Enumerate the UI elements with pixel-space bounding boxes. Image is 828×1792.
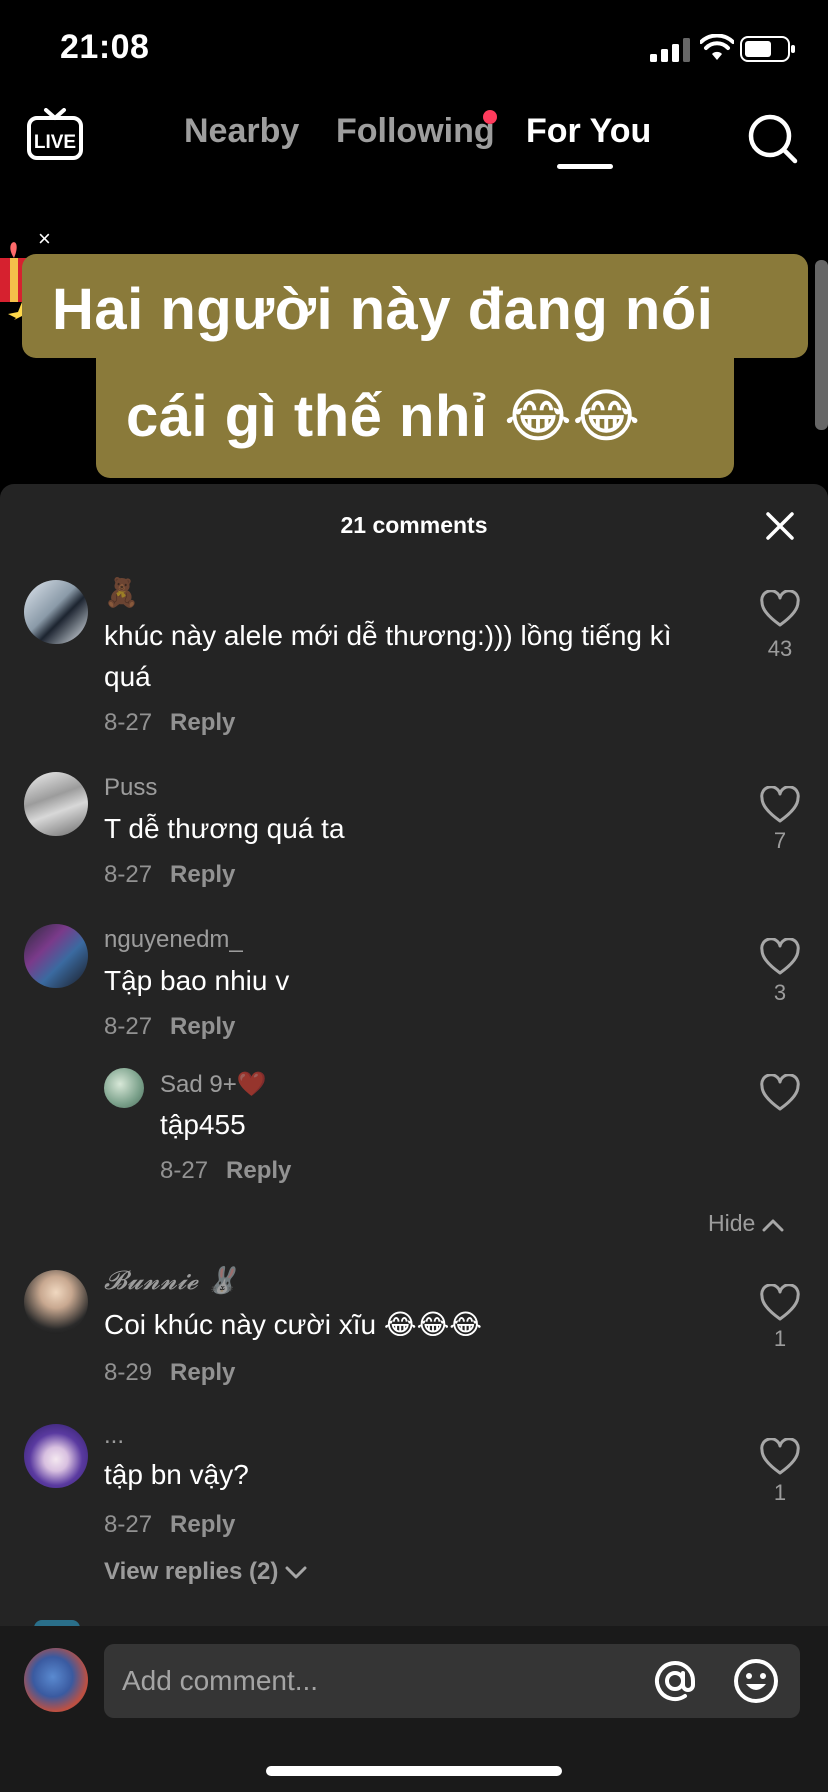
comment-meta: 8-27 Reply bbox=[160, 1157, 291, 1185]
like-count: 3 bbox=[773, 980, 787, 1005]
reply-button[interactable]: Reply bbox=[170, 709, 235, 736]
battery-icon bbox=[740, 36, 795, 62]
like-count: 7 bbox=[773, 828, 787, 853]
avatar[interactable] bbox=[24, 924, 88, 988]
reply-button[interactable]: Reply bbox=[170, 861, 235, 888]
view-replies-button[interactable]: View replies (2) bbox=[104, 1558, 307, 1586]
close-icon[interactable] bbox=[762, 508, 798, 544]
emoji-icon[interactable] bbox=[733, 1658, 779, 1704]
caption-close-button[interactable]: × bbox=[38, 226, 51, 252]
my-avatar[interactable] bbox=[24, 1648, 88, 1712]
hide-replies-button[interactable]: Hide bbox=[708, 1210, 784, 1237]
heart-icon[interactable] bbox=[760, 590, 800, 630]
comment-date: 8-27 bbox=[160, 1157, 209, 1184]
comment-meta: 8-29 Reply bbox=[104, 1359, 235, 1387]
comment-date: 8-27 bbox=[104, 709, 153, 736]
comment-username[interactable]: 🧸 bbox=[104, 576, 139, 609]
heart-icon[interactable] bbox=[760, 938, 800, 978]
view-replies-label: View replies (2) bbox=[104, 1558, 279, 1585]
avatar[interactable] bbox=[104, 1068, 144, 1108]
following-notification-dot bbox=[483, 110, 497, 124]
avatar[interactable] bbox=[24, 1424, 88, 1488]
comment-username[interactable]: ... bbox=[104, 1422, 124, 1450]
comment-text: tập455 bbox=[160, 1109, 246, 1140]
svg-text:LIVE: LIVE bbox=[34, 132, 76, 153]
comment-date: 8-27 bbox=[104, 1511, 153, 1538]
live-icon[interactable]: LIVE bbox=[26, 108, 84, 162]
side-scroll-handle[interactable] bbox=[815, 260, 828, 430]
like-count: 1 bbox=[773, 1480, 787, 1505]
tab-for-you[interactable]: For You bbox=[526, 112, 651, 151]
chevron-down-icon bbox=[285, 1566, 307, 1579]
caption-line-1: Hai người này đang nói bbox=[52, 277, 714, 342]
comment-text: tập bn vậy? bbox=[104, 1459, 249, 1490]
tab-nearby[interactable]: Nearby bbox=[184, 112, 299, 151]
comment-meta: 8-27 Reply bbox=[104, 1013, 235, 1041]
comment-meta: 8-27 Reply bbox=[104, 1511, 235, 1539]
comment-meta: 8-27 Reply bbox=[104, 861, 235, 889]
home-indicator[interactable] bbox=[266, 1766, 562, 1776]
heart-icon[interactable] bbox=[760, 1284, 800, 1324]
wifi-icon bbox=[700, 34, 734, 60]
avatar[interactable] bbox=[24, 580, 88, 644]
search-icon[interactable] bbox=[744, 110, 800, 166]
mention-icon[interactable] bbox=[652, 1658, 698, 1704]
comment-username[interactable]: Puss bbox=[104, 774, 157, 802]
comment-text: T dễ thương quá ta bbox=[104, 813, 345, 844]
comment-date: 8-29 bbox=[104, 1359, 153, 1386]
hide-label: Hide bbox=[708, 1210, 756, 1236]
comment-username[interactable]: nguyenedm_ bbox=[104, 926, 243, 954]
chevron-up-icon bbox=[762, 1219, 784, 1232]
comment-text: khúc này alele mới dễ thương:))) lồng ti… bbox=[104, 620, 672, 692]
like-count: 1 bbox=[773, 1326, 787, 1351]
heart-icon[interactable] bbox=[760, 1074, 800, 1114]
avatar[interactable] bbox=[24, 772, 88, 836]
comment-meta: 8-27 Reply bbox=[104, 709, 235, 737]
video-caption-area: × Hai người này đang nói cái gì thế nhỉ … bbox=[0, 200, 828, 490]
reply-button[interactable]: Reply bbox=[226, 1157, 291, 1184]
reply-button[interactable]: Reply bbox=[170, 1359, 235, 1386]
comment-text: Coi khúc này cười xĩu 😂😂😂 bbox=[104, 1309, 483, 1340]
comment-username[interactable]: Sad 9+❤️ bbox=[160, 1070, 267, 1099]
avatar[interactable] bbox=[24, 1270, 88, 1334]
comment-input-bar bbox=[0, 1626, 828, 1792]
comment-date: 8-27 bbox=[104, 861, 153, 888]
tab-following[interactable]: Following bbox=[336, 112, 495, 151]
status-time: 21:08 bbox=[60, 28, 150, 66]
heart-icon[interactable] bbox=[760, 786, 800, 826]
comment-username[interactable]: 𝓑𝓾𝓷𝓷𝓲𝓮 🐰 bbox=[104, 1266, 239, 1297]
status-bar: 21:08 bbox=[0, 0, 828, 100]
heart-icon[interactable] bbox=[760, 1438, 800, 1478]
reply-button[interactable]: Reply bbox=[170, 1511, 235, 1538]
reply-button[interactable]: Reply bbox=[170, 1013, 235, 1040]
comment-text: Tập bao nhiu v bbox=[104, 965, 290, 996]
top-nav: LIVE Nearby Following For You bbox=[0, 100, 828, 180]
cellular-signal-icon bbox=[650, 38, 690, 62]
comments-count-title: 21 comments bbox=[340, 512, 488, 538]
like-count: 43 bbox=[767, 636, 793, 661]
active-tab-indicator bbox=[557, 164, 613, 169]
caption-line-2: cái gì thế nhỉ 😂😂 bbox=[126, 384, 641, 449]
comment-date: 8-27 bbox=[104, 1013, 153, 1040]
